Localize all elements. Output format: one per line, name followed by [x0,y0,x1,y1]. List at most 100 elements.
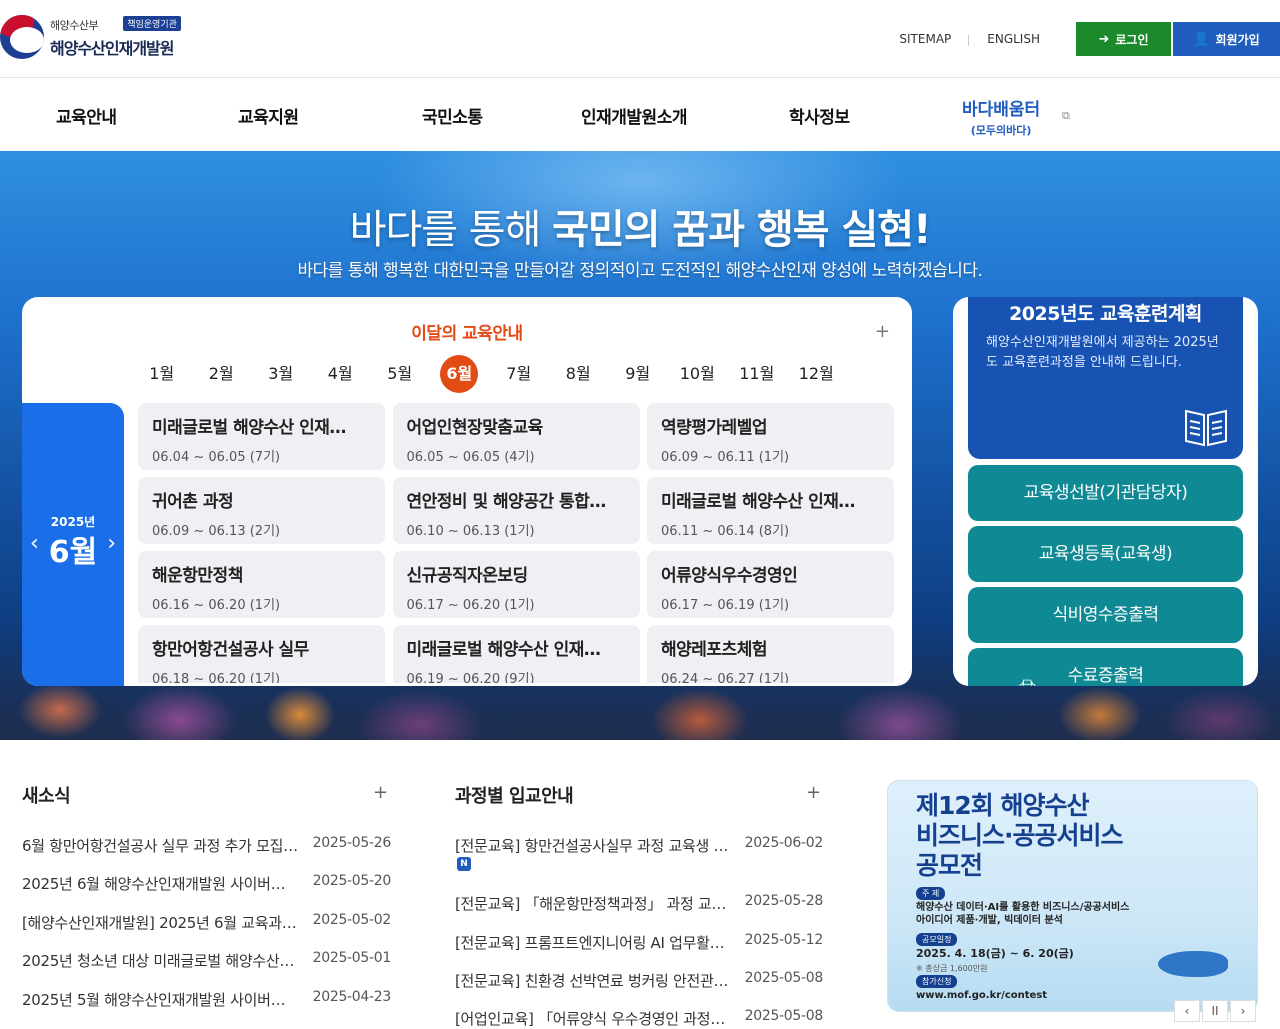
news-title: 새소식 [22,786,71,807]
hero-section: 바다를 통해 국민의 꿈과 행복 실현! 바다를 통해 행복한 대한민국을 만들… [0,151,1280,740]
monthly-education-title: 이달의 교육안내 [411,324,523,344]
current-month-box: 2025년 6월 ‹ › [22,403,124,686]
login-button[interactable]: ➜ 로그인 [1076,22,1171,56]
join-button[interactable]: 👤 회원가입 [1173,22,1280,56]
course-date: 06.10 ~ 06.13 (1기) [406,524,535,539]
english-link[interactable]: ENGLISH [969,32,1058,46]
site-header: 해양수산부 책임운영기관 해양수산인재개발원 SITEMAP ENGLISH ➜… [0,0,1280,78]
list-item[interactable]: [전문교육] 「해운항만정책과정」 과정 교육생 입교안내2025-05-28 [455,893,823,914]
month-tab[interactable]: 7월 [489,355,549,393]
banner-controls: ‹ II › [1172,1000,1256,1022]
month-tab[interactable]: 3월 [251,355,311,393]
month-tab[interactable]: 6월 [430,355,490,393]
sitemap-link[interactable]: SITEMAP [881,32,970,46]
month-tab[interactable]: 8월 [549,355,609,393]
new-window-icon: ⧉ [1062,109,1070,122]
list-item[interactable]: 2025년 6월 해양수산인재개발원 사이버교육 안내 2025-05-20 [22,873,391,894]
course-date: 06.17 ~ 06.19 (1기) [661,598,790,613]
month-tab[interactable]: 1월 [132,355,192,393]
course-card[interactable]: 미래글로벌 해양수산 인재… 06.19 ~ 06.20 (9기) [392,625,640,683]
list-item[interactable]: [어업인교육] 「어류양식 우수경영인 과정」 입교안내2025-05-08 [455,1008,823,1029]
login-icon: ➜ [1098,31,1110,47]
main-navigation: 교육안내 교육지원 국민소통 인재개발원소개 학사정보 바다배움터 (모두의바다… [0,79,1280,151]
course-card[interactable]: 항만어항건설공사 실무 06.18 ~ 06.20 (1기) [138,625,385,683]
banner-prize: ※ 총상금 1,600만원 [916,964,988,973]
course-title: 연안정비 및 해양공간 통합… [406,492,607,512]
course-title: 해운항만정책 [152,566,243,586]
month-tab[interactable]: 9월 [608,355,668,393]
training-plan-title: 2025년도 교육훈련계획 [1009,303,1202,325]
month-tab[interactable]: 2월 [192,355,252,393]
utility-menu: SITEMAP ENGLISH ➜ 로그인 👤 회원가입 [881,22,1280,56]
site-logo[interactable]: 해양수산부 책임운영기관 해양수산인재개발원 [0,14,181,59]
course-card[interactable]: 어업인현장맞춤교육 06.05 ~ 06.05 (4기) [392,403,640,470]
next-month-icon[interactable]: › [107,531,116,556]
month-tab[interactable]: 12월 [787,355,847,393]
month-tab[interactable]: 10월 [668,355,728,393]
contest-banner[interactable]: 제12회 해양수산 비즈니스·공공서비스 공모전 주 제 해양수산 데이터·AI… [887,780,1258,1012]
list-item[interactable]: [전문교육] 항만건설공사실무 과정 교육생 입교안내2025-06-02 [455,835,823,856]
month-tab[interactable]: 4월 [311,355,371,393]
course-date: 06.05 ~ 06.05 (4기) [406,450,535,465]
ministry-name: 해양수산부 [50,19,99,32]
course-card[interactable]: 역량평가레벨업 06.09 ~ 06.11 (1기) [647,403,894,470]
list-item[interactable]: 2025년 청소년 대상 미래글로벌 해양수산 인재 교육2025-05-01 [22,950,391,971]
more-plus-icon[interactable]: + [875,321,890,342]
course-date: 06.11 ~ 06.14 (8기) [661,524,790,539]
admission-title: 과정별 입교안내 [455,786,574,807]
meal-receipt-button[interactable]: 식비영수증출력 [968,587,1243,643]
course-date: 06.18 ~ 06.20 (1기) [152,672,281,683]
hero-title: 바다를 통해 국민의 꿈과 행복 실현! [349,207,932,253]
banner-prev-button[interactable]: ‹ [1174,1000,1200,1022]
course-title: 귀어촌 과정 [152,492,234,512]
training-plan-card[interactable]: 2025년도 교육훈련계획 해양수산인재개발원에서 제공하는 2025년도 교육… [968,297,1243,459]
course-card[interactable]: 해운항만정책 06.16 ~ 06.20 (1기) [138,551,385,618]
nav-education-guide[interactable]: 교육안내 [56,103,117,128]
course-title: 미래글로벌 해양수산 인재… [661,492,855,512]
banner-title: 제12회 해양수산 비즈니스·공공서비스 공모전 [916,791,1123,880]
course-date: 06.16 ~ 06.20 (1기) [152,598,281,613]
nav-education-support[interactable]: 교육지원 [238,103,299,128]
list-item[interactable]: 2025년 5월 해양수산인재개발원 사이버교육 안내 2025-04-23 [22,989,391,1010]
nav-public-communication[interactable]: 국민소통 [422,103,483,128]
training-plan-desc: 해양수산인재개발원에서 제공하는 2025년도 교육훈련과정을 안내해 드립니다… [986,335,1219,370]
nav-academic-info[interactable]: 학사정보 [789,103,850,128]
course-card[interactable]: 어류양식우수경영인 06.17 ~ 06.19 (1기) [647,551,894,618]
month-tab[interactable]: 11월 [727,355,787,393]
banner-pause-button[interactable]: II [1202,1000,1228,1022]
course-title: 미래글로벌 해양수산 인재… [152,418,346,438]
banner-theme: 해양수산 데이터·AI를 활용한 비즈니스/공공서비스 아이디어 제품·개발, … [916,902,1130,926]
nav-sea-learning[interactable]: 바다배움터 (모두의바다) [962,95,1040,138]
list-item[interactable]: [전문교육] 친환경 선박연료 벙커링 안전관리 과정 입교안내2025-05-… [455,970,823,991]
prev-month-icon[interactable]: ‹ [30,531,39,556]
course-list: 미래글로벌 해양수산 인재… 06.04 ~ 06.05 (7기) 어업인현장맞춤교… [138,403,898,683]
course-card[interactable]: 연안정비 및 해양공간 통합… 06.10 ~ 06.13 (1기) [392,477,640,544]
certificate-icon: 🖨 [1016,662,1039,686]
course-card[interactable]: 미래글로벌 해양수산 인재… 06.11 ~ 06.14 (8기) [647,477,894,544]
new-badge: N [457,857,471,871]
course-card[interactable]: 해양레포츠체험 06.24 ~ 06.27 (1기) [647,625,894,683]
list-item[interactable]: [전문교육] 프롬프트엔지니어링 AI 업무활용 과정 입교안내2025-05-… [455,932,823,953]
list-item[interactable]: [해양수산인재개발원] 2025년 6월 교육과정 안내 2025-05-02 [22,912,391,933]
course-card[interactable]: 미래글로벌 해양수산 인재… 06.04 ~ 06.05 (7기) [138,403,385,470]
nav-about[interactable]: 인재개발원소개 [581,103,687,128]
banner-period: 2025. 4. 18(금) ~ 6. 20(금) [916,947,1074,960]
government-emblem-icon [0,14,44,59]
course-title: 미래글로벌 해양수산 인재… [406,640,601,660]
admission-more-icon[interactable]: + [806,782,821,803]
course-title: 어업인현장맞춤교육 [406,418,544,438]
banner-tag-period: 공모일정 [916,933,958,946]
certificate-print-button[interactable]: 🖨 수료증출력 [968,648,1243,686]
list-item[interactable]: 6월 항만어항건설공사 실무 과정 추가 모집 안내 2025-05-26 [22,835,391,856]
news-more-icon[interactable]: + [373,782,388,803]
month-tabs: 1월 2월 3월 4월 5월 6월 7월 8월 9월 10월 11월 12월 [132,355,846,393]
course-date: 06.19 ~ 06.20 (9기) [406,672,535,683]
course-date: 06.17 ~ 06.20 (1기) [406,598,535,613]
trainee-selection-button[interactable]: 교육생선발(기관담당자) [968,465,1243,521]
course-card[interactable]: 귀어촌 과정 06.09 ~ 06.13 (2기) [138,477,385,544]
month-tab[interactable]: 5월 [370,355,430,393]
banner-next-button[interactable]: › [1230,1000,1256,1022]
trainee-registration-button[interactable]: 교육생등록(교육생) [968,526,1243,582]
training-plan-panel: 2025년도 교육훈련계획 해양수산인재개발원에서 제공하는 2025년도 교육… [953,297,1258,686]
course-card[interactable]: 신규공직자온보딩 06.17 ~ 06.20 (1기) [392,551,640,618]
